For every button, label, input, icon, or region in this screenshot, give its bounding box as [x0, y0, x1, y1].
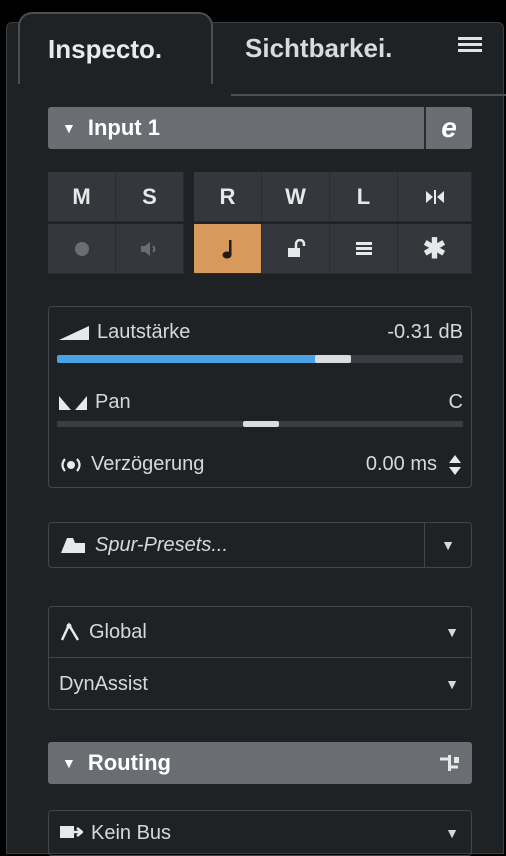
dynassist-dropdown[interactable]: DynAssist ▼ [49, 659, 471, 709]
routing-icon [440, 755, 459, 771]
routing-edit-button[interactable] [426, 742, 472, 784]
chevron-down-icon[interactable]: ▼ [445, 676, 459, 692]
solo-label: S [142, 183, 157, 209]
volume-value[interactable]: -0.31 dB [387, 321, 463, 344]
tab-bar: Inspecto. Sichtbarkei. [18, 12, 506, 96]
routing-section-header[interactable]: ▼ Routing [48, 742, 472, 784]
menu-icon[interactable] [458, 34, 482, 56]
pan-row: Pan C [57, 391, 463, 414]
write-automation-button[interactable]: W [262, 172, 330, 222]
list-icon [355, 241, 372, 255]
record-button[interactable] [48, 224, 116, 274]
pan-value[interactable]: C [449, 391, 463, 414]
delay-icon [61, 457, 81, 472]
read-automation-button[interactable]: R [194, 172, 262, 222]
tab-inspector[interactable]: Inspecto. [18, 12, 213, 84]
mute-label: M [72, 183, 91, 209]
chevron-down-icon[interactable]: ▼ [424, 523, 471, 567]
collapse-arrows-button[interactable] [398, 172, 472, 222]
volume-fill [57, 355, 351, 363]
global-dropdown[interactable]: Global ▼ [49, 607, 471, 658]
volume-knob[interactable] [314, 355, 351, 363]
routing-section-title: Routing [87, 750, 171, 775]
listen-label: L [356, 183, 371, 209]
mute-button[interactable]: M [48, 172, 116, 222]
collapse-arrows-icon [425, 189, 444, 204]
track-presets-label: Spur-Presets... [95, 533, 229, 556]
monitor-button[interactable] [116, 224, 184, 274]
pan-slider[interactable] [57, 421, 463, 427]
chevron-down-icon[interactable]: ▼ [445, 624, 459, 640]
volume-row: Lautstärke -0.31 dB [57, 321, 463, 344]
delay-label: Verzögerung [91, 453, 205, 475]
input-section-title: Input 1 [87, 115, 160, 140]
list-button[interactable] [330, 224, 398, 274]
collapse-triangle-icon: ▼ [62, 120, 76, 136]
bus-icon [60, 826, 83, 838]
input-section-header[interactable]: ▼ Input 1 e [48, 107, 472, 149]
edit-channel-button[interactable]: e [424, 107, 472, 149]
read-label: R [219, 183, 236, 209]
listen-button[interactable]: L [330, 172, 398, 222]
channel-buttons-grid: M S R W L ✱ [48, 172, 472, 274]
tab-divider [231, 94, 506, 96]
volume-label: Lautstärke [97, 321, 191, 343]
edit-icon: e [441, 112, 457, 143]
bus-dropdown[interactable]: Kein Bus ▼ [48, 810, 472, 856]
lock-button[interactable] [262, 224, 330, 274]
tab-visibility[interactable]: Sichtbarkei. [233, 12, 465, 84]
note-toggle-button[interactable] [194, 224, 262, 274]
chevron-down-icon[interactable]: ▼ [445, 825, 459, 841]
note-icon [222, 239, 231, 258]
record-icon [74, 241, 89, 256]
bus-label: Kein Bus [91, 821, 172, 844]
volume-slider[interactable] [57, 355, 463, 363]
pan-label: Pan [95, 391, 131, 413]
presets-icon [61, 538, 85, 553]
pan-icon [59, 395, 87, 410]
collapse-triangle-icon: ▼ [62, 755, 76, 771]
volume-icon [59, 325, 89, 340]
delay-value[interactable]: 0.00 ms [366, 453, 437, 476]
stepper-icon[interactable] [447, 454, 463, 476]
delay-row: Verzögerung 0.00 ms [57, 453, 463, 476]
global-group: Global ▼ DynAssist ▼ [48, 606, 472, 710]
tab-visibility-label: Sichtbarkei. [245, 32, 393, 63]
pan-knob[interactable] [243, 421, 279, 427]
solo-button[interactable]: S [116, 172, 184, 222]
track-presets-dropdown[interactable]: Spur-Presets... ▼ [48, 522, 472, 568]
global-label: Global [89, 620, 147, 643]
dynassist-label: DynAssist [59, 672, 148, 695]
tab-inspector-label: Inspecto. [48, 33, 163, 64]
asterisk-icon: ✱ [422, 233, 447, 264]
monitor-icon [140, 241, 155, 256]
lock-icon [287, 238, 305, 257]
global-icon [60, 622, 80, 641]
mixer-box: Lautstärke -0.31 dB Pan C Verzögerung 0.… [48, 306, 472, 488]
asterisk-button[interactable]: ✱ [398, 224, 472, 274]
write-label: W [285, 183, 306, 209]
